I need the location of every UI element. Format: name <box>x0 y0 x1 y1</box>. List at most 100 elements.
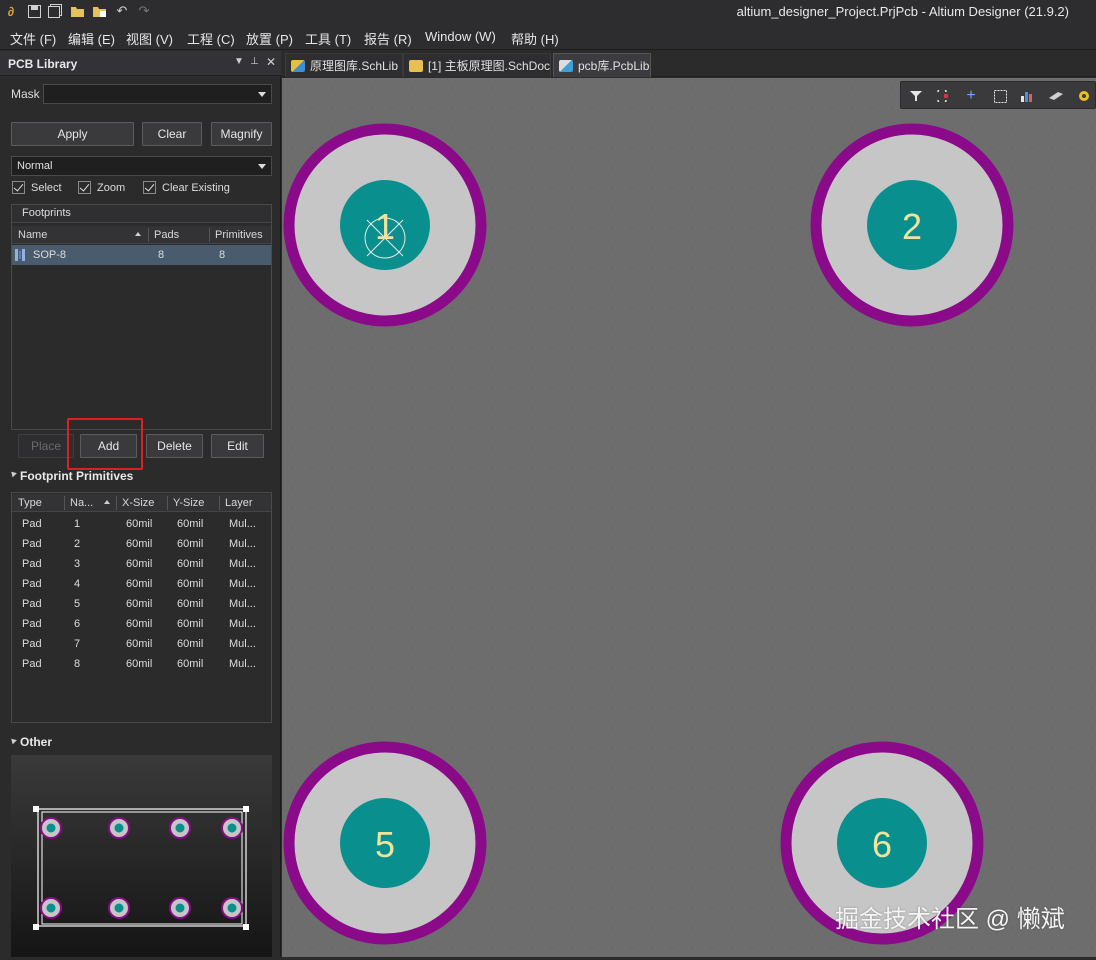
footprint-pads: 8 <box>158 249 165 261</box>
col-x-size[interactable]: X-Size <box>122 497 154 509</box>
chart-icon[interactable] <box>1018 87 1036 105</box>
pcblib-icon <box>559 59 573 72</box>
col-name[interactable]: Name <box>18 229 47 241</box>
footprint-primitives: 8 <box>219 249 226 261</box>
component-icon[interactable] <box>1047 87 1065 105</box>
schlib-icon <box>291 59 305 72</box>
cell-type: Pad <box>22 538 42 550</box>
tab-schlib[interactable]: 原理图库.SchLib <box>285 53 403 77</box>
table-row[interactable]: Pad 7 60mil 60mil Mul... <box>12 634 271 654</box>
footprint-preview[interactable] <box>11 755 272 957</box>
col-pads[interactable]: Pads <box>154 229 179 241</box>
canvas-toolbar: + <box>900 81 1096 109</box>
preview-pad-hole <box>175 903 185 913</box>
sort-up-icon <box>135 232 141 236</box>
menu-edit[interactable]: 编辑 (E) <box>68 29 115 48</box>
add-button-highlight <box>67 418 143 470</box>
pad-icon[interactable] <box>1075 87 1093 105</box>
tab-pcblib[interactable]: pcb库.PcbLib <box>553 53 651 77</box>
menu-project[interactable]: 工程 (C) <box>187 29 235 48</box>
cell-layer: Mul... <box>229 658 256 670</box>
edit-button[interactable]: Edit <box>211 434 264 458</box>
pin-icon[interactable]: ⊥ <box>250 56 259 67</box>
col-layer[interactable]: Layer <box>225 497 253 509</box>
cell-x: 60mil <box>126 558 153 570</box>
table-row[interactable]: Pad 8 60mil 60mil Mul... <box>12 654 271 674</box>
window-title: altium_designer_Project.PrjPcb - Altium … <box>736 4 1069 19</box>
delete-button[interactable]: Delete <box>146 434 203 458</box>
collapse-triangle-icon[interactable] <box>9 469 17 478</box>
zoom-checkbox[interactable] <box>78 181 91 194</box>
col-pad-name[interactable]: Na... <box>70 497 93 509</box>
menu-view[interactable]: 视图 (V) <box>126 29 173 48</box>
undo-icon[interactable]: ↶ <box>114 3 130 19</box>
table-row[interactable]: SOP-8 8 8 <box>12 245 271 265</box>
clear-existing-label: Clear Existing <box>162 182 230 194</box>
menu-tools[interactable]: 工具 (T) <box>305 29 351 48</box>
sort-up-icon <box>104 500 110 504</box>
col-y-size[interactable]: Y-Size <box>173 497 204 509</box>
clear-button[interactable]: Clear <box>142 122 202 146</box>
menu-window[interactable]: Window (W) <box>425 29 496 44</box>
cell-x: 60mil <box>126 598 153 610</box>
mode-select[interactable]: Normal <box>11 156 272 176</box>
pad-label-6: 6 <box>872 824 892 865</box>
save-all-icon[interactable] <box>47 3 63 19</box>
select-checkbox[interactable] <box>12 181 25 194</box>
menu-place[interactable]: 放置 (P) <box>246 29 293 48</box>
pad-1[interactable]: 1 <box>283 123 487 327</box>
menu-bar: 文件 (F) 编辑 (E) 视图 (V) 工程 (C) 放置 (P) 工具 (T… <box>0 24 1096 50</box>
mask-input[interactable] <box>43 84 272 104</box>
primitives-section-title[interactable]: Footprint Primitives <box>20 469 133 483</box>
save-icon[interactable] <box>26 3 42 19</box>
cell-type: Pad <box>22 598 42 610</box>
cell-type: Pad <box>22 578 42 590</box>
menu-reports[interactable]: 报告 (R) <box>364 29 412 48</box>
col-type[interactable]: Type <box>18 497 42 509</box>
tab-schdoc[interactable]: [1] 主板原理图.SchDoc <box>403 53 551 77</box>
apply-button[interactable]: Apply <box>11 122 134 146</box>
table-row[interactable]: Pad 2 60mil 60mil Mul... <box>12 534 271 554</box>
collapse-triangle-icon[interactable] <box>9 736 17 745</box>
cell-x: 60mil <box>126 618 153 630</box>
close-icon[interactable]: ✕ <box>266 55 276 69</box>
other-section-title[interactable]: Other <box>20 735 52 749</box>
open-folder-icon[interactable] <box>69 3 85 19</box>
cell-name: 7 <box>74 638 81 650</box>
table-row[interactable]: Pad 3 60mil 60mil Mul... <box>12 554 271 574</box>
cell-layer: Mul... <box>229 578 256 590</box>
snap-icon[interactable] <box>934 87 952 105</box>
select-rect-icon[interactable] <box>991 87 1009 105</box>
footprint-name: SOP-8 <box>33 249 67 261</box>
mask-label: Mask <box>11 87 40 101</box>
table-row[interactable]: Pad 1 60mil 60mil Mul... <box>12 514 271 534</box>
preview-pads <box>40 817 243 919</box>
pad-2[interactable]: 2 <box>810 123 1014 327</box>
magnify-button[interactable]: Magnify <box>211 122 272 146</box>
cell-y: 60mil <box>177 538 204 550</box>
footprints-table-header: Name Pads Primitives <box>12 226 271 244</box>
pad-5[interactable]: 5 <box>283 741 487 945</box>
cell-y: 60mil <box>177 558 204 570</box>
pcb-canvas[interactable]: 1 2 5 6 <box>282 78 1096 957</box>
table-row[interactable]: Pad 4 60mil 60mil Mul... <box>12 574 271 594</box>
preview-pad-hole <box>175 823 185 833</box>
table-row[interactable]: Pad 6 60mil 60mil Mul... <box>12 614 271 634</box>
open-project-icon[interactable] <box>91 3 107 19</box>
preview-pad-hole <box>227 823 237 833</box>
place-button[interactable]: Place <box>18 434 74 458</box>
crosshair-icon[interactable]: + <box>962 87 980 105</box>
menu-file[interactable]: 文件 (F) <box>10 29 56 48</box>
schdoc-icon <box>409 59 423 72</box>
preview-pad-hole <box>114 823 124 833</box>
redo-icon[interactable]: ↷ <box>136 3 152 19</box>
table-row[interactable]: Pad 5 60mil 60mil Mul... <box>12 594 271 614</box>
menu-help[interactable]: 帮助 (H) <box>511 29 559 48</box>
panel-menu-icon[interactable]: ▼ <box>234 56 244 67</box>
document-tabs: 原理图库.SchLib [1] 主板原理图.SchDoc pcb库.PcbLib <box>282 51 1096 77</box>
filter-icon[interactable] <box>907 87 925 105</box>
col-primitives[interactable]: Primitives <box>215 229 263 241</box>
chevron-down-icon <box>258 92 266 97</box>
clear-existing-checkbox[interactable] <box>143 181 156 194</box>
panel-header: PCB Library ▼ ⊥ ✕ <box>0 51 281 76</box>
